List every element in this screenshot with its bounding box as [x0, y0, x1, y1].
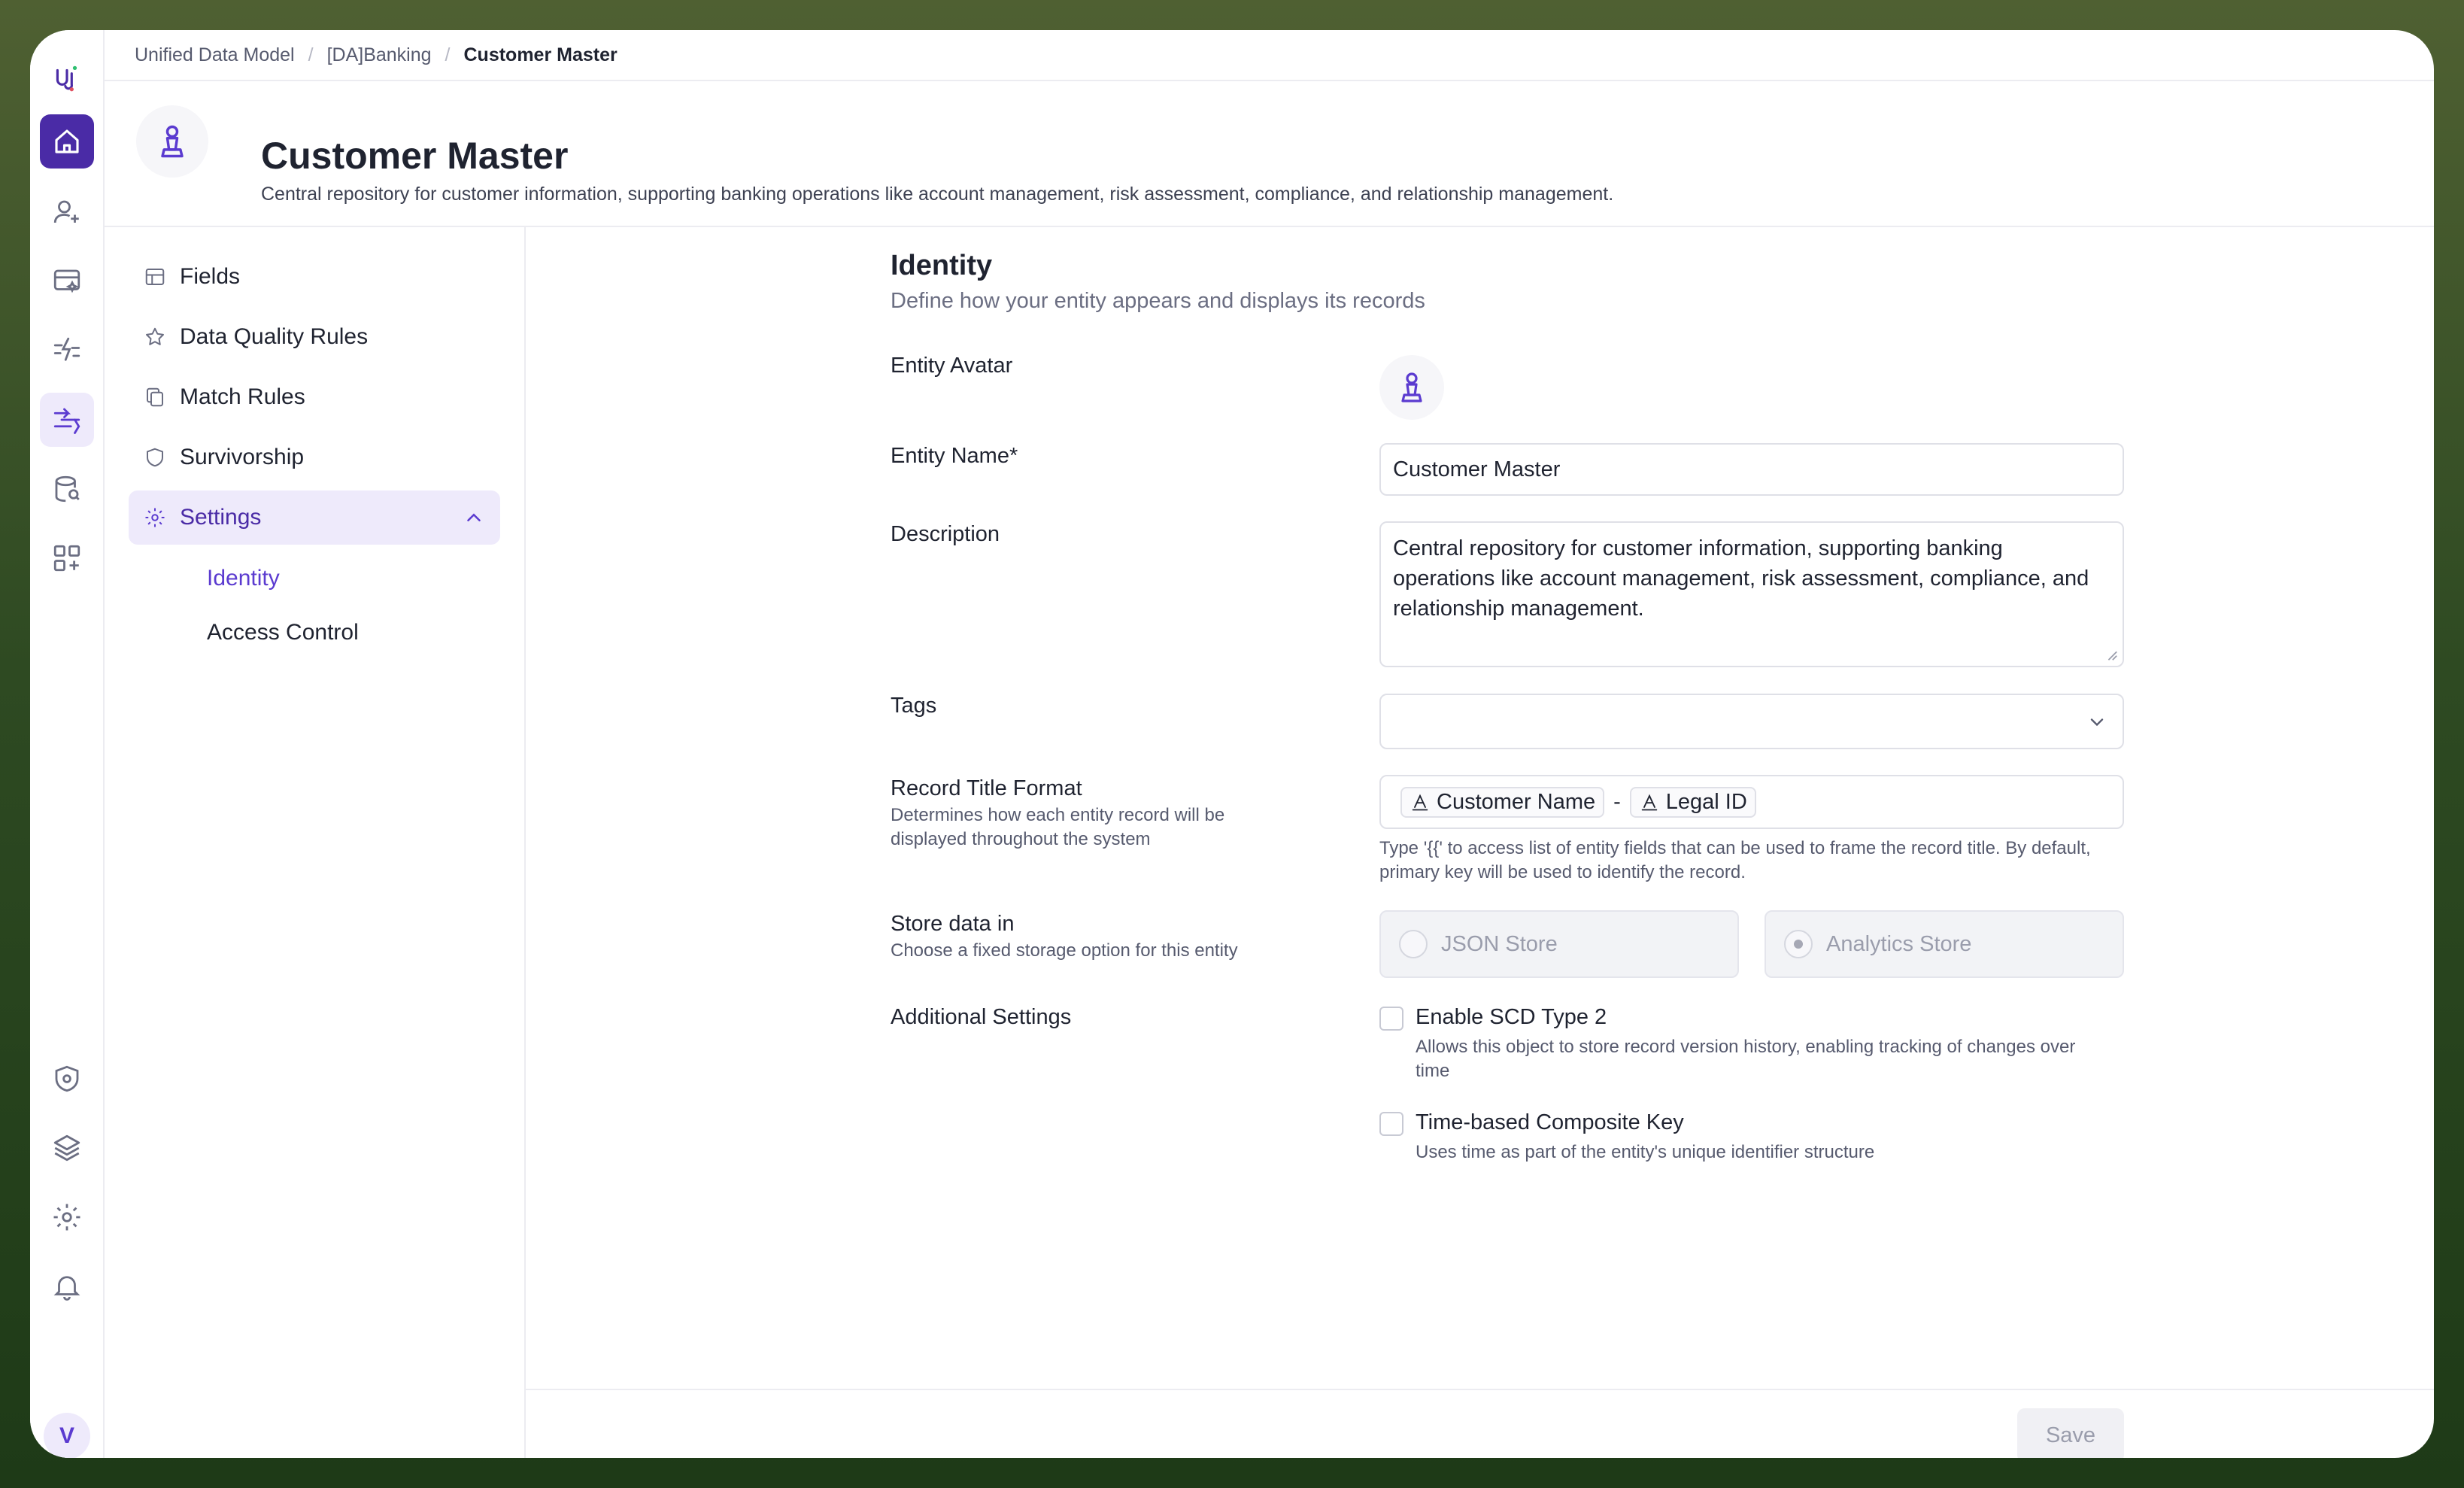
radio-label: JSON Store — [1441, 931, 1558, 956]
nav-item-label: Data Quality Rules — [180, 324, 369, 349]
nav-item-label: Fields — [180, 264, 241, 289]
data-flow-icon[interactable] — [40, 393, 94, 447]
entity-name-label: Entity Name* — [891, 444, 1018, 468]
breadcrumb-current: Customer Master — [463, 44, 618, 65]
star-icon — [146, 327, 164, 345]
breadcrumb-separator: / — [445, 44, 451, 65]
chevron-up-icon[interactable] — [463, 506, 485, 529]
shield-icon — [147, 448, 163, 467]
gear-icon — [145, 508, 165, 527]
field-chip-label: Customer Name — [1437, 789, 1596, 814]
copy-icon — [147, 387, 163, 407]
user-avatar[interactable]: V — [44, 1413, 90, 1458]
page-description: Central repository for customer informat… — [261, 184, 1614, 205]
breadcrumb-separator: / — [308, 44, 314, 65]
app-window: V Unified Data Model / [DA]Banking / Cus… — [30, 30, 2434, 1458]
apps-add-icon[interactable] — [40, 531, 94, 585]
field-chip[interactable]: Legal ID — [1629, 786, 1756, 818]
tags-label: Tags — [891, 694, 937, 718]
text-field-icon — [1641, 794, 1658, 811]
tags-select[interactable] — [1379, 694, 2124, 749]
record-title-label: Record Title Format — [891, 776, 1082, 800]
shield-settings-icon[interactable] — [40, 1052, 94, 1106]
resize-handle-icon[interactable] — [2104, 648, 2118, 661]
nav-item-data-quality-rules[interactable]: Data Quality Rules — [129, 310, 500, 364]
entity-header: Customer Master Central repository for c… — [105, 81, 2434, 227]
store-label: Store data in — [891, 912, 1015, 936]
section-description: Define how your entity appears and displ… — [891, 289, 1425, 313]
text-field-icon — [1412, 794, 1428, 811]
nav-item-label: Match Rules — [180, 384, 305, 409]
home-icon[interactable] — [40, 114, 94, 169]
record-title-hint: Type '{{' to access list of entity field… — [1379, 838, 2091, 882]
page-title: Customer Master — [261, 135, 569, 177]
nav-item-match-rules[interactable]: Match Rules — [129, 370, 500, 424]
user-sparkle-icon[interactable] — [40, 185, 94, 239]
settings-sidenav: Fields Data Quality Rules Match Rules Su… — [105, 227, 526, 1458]
bolt-list-icon[interactable] — [40, 323, 94, 378]
identity-panel: Identity Define how your entity appears … — [526, 227, 2434, 1458]
scd-label[interactable]: Enable SCD Type 2 — [1416, 1005, 1607, 1030]
layers-icon[interactable] — [40, 1121, 94, 1175]
entity-avatar[interactable] — [1379, 355, 1444, 420]
entity-name-input[interactable] — [1379, 443, 2124, 496]
composite-key-label[interactable]: Time-based Composite Key — [1416, 1110, 1684, 1135]
description-text: Central repository for customer informat… — [1393, 536, 2089, 621]
record-title-input[interactable]: Customer Name - Legal ID — [1379, 775, 2124, 829]
additional-settings-label: Additional Settings — [891, 1005, 1072, 1029]
app-rail: V — [30, 30, 105, 1458]
nav-item-settings[interactable]: Settings — [129, 490, 500, 545]
json-store-option[interactable]: JSON Store — [1379, 910, 1739, 978]
entity-avatar-label: Entity Avatar — [891, 354, 1013, 378]
pawn-icon — [1401, 372, 1422, 402]
record-title-sublabel: Determines how each entity record will b… — [891, 805, 1225, 849]
section-title: Identity — [891, 250, 993, 281]
sub-item-access-control[interactable]: Access Control — [207, 620, 359, 645]
chip-separator: - — [1613, 789, 1621, 814]
breadcrumb-item[interactable]: [DA]Banking — [327, 44, 432, 66]
sub-item-identity[interactable]: Identity — [207, 566, 280, 591]
breadcrumb-item[interactable]: Unified Data Model — [135, 44, 295, 66]
pawn-icon — [136, 105, 208, 178]
card-sparkle-icon[interactable] — [40, 254, 94, 308]
bell-icon[interactable] — [40, 1259, 94, 1313]
nav-item-label: Settings — [180, 505, 262, 530]
nav-item-fields[interactable]: Fields — [129, 250, 500, 304]
gear-icon[interactable] — [40, 1190, 94, 1244]
save-button[interactable]: Save — [2017, 1408, 2124, 1458]
analytics-store-option[interactable]: Analytics Store — [1765, 910, 2124, 978]
store-sublabel: Choose a fixed storage option for this e… — [891, 940, 1238, 961]
radio-button[interactable] — [1399, 930, 1428, 958]
description-label: Description — [891, 522, 1000, 546]
nav-item-label: Survivorship — [180, 445, 305, 469]
form-footer: Save — [526, 1389, 2434, 1458]
breadcrumb: Unified Data Model / [DA]Banking / Custo… — [105, 30, 2434, 81]
description-textarea[interactable]: Central repository for customer informat… — [1379, 521, 2124, 667]
chevron-down-icon — [2090, 718, 2104, 727]
nav-item-survivorship[interactable]: Survivorship — [129, 430, 500, 484]
field-chip-label: Legal ID — [1665, 789, 1747, 814]
scd-description: Allows this object to store record versi… — [1416, 1037, 2076, 1081]
composite-key-checkbox[interactable] — [1379, 1112, 1403, 1136]
table-icon — [145, 269, 165, 285]
scd-checkbox[interactable] — [1379, 1007, 1403, 1031]
radio-button-selected[interactable] — [1784, 930, 1813, 958]
composite-key-description: Uses time as part of the entity's unique… — [1416, 1142, 1875, 1162]
radio-label: Analytics Store — [1826, 931, 1972, 956]
field-chip[interactable]: Customer Name — [1400, 786, 1605, 818]
database-search-icon[interactable] — [40, 462, 94, 516]
app-logo-icon[interactable] — [40, 51, 94, 105]
